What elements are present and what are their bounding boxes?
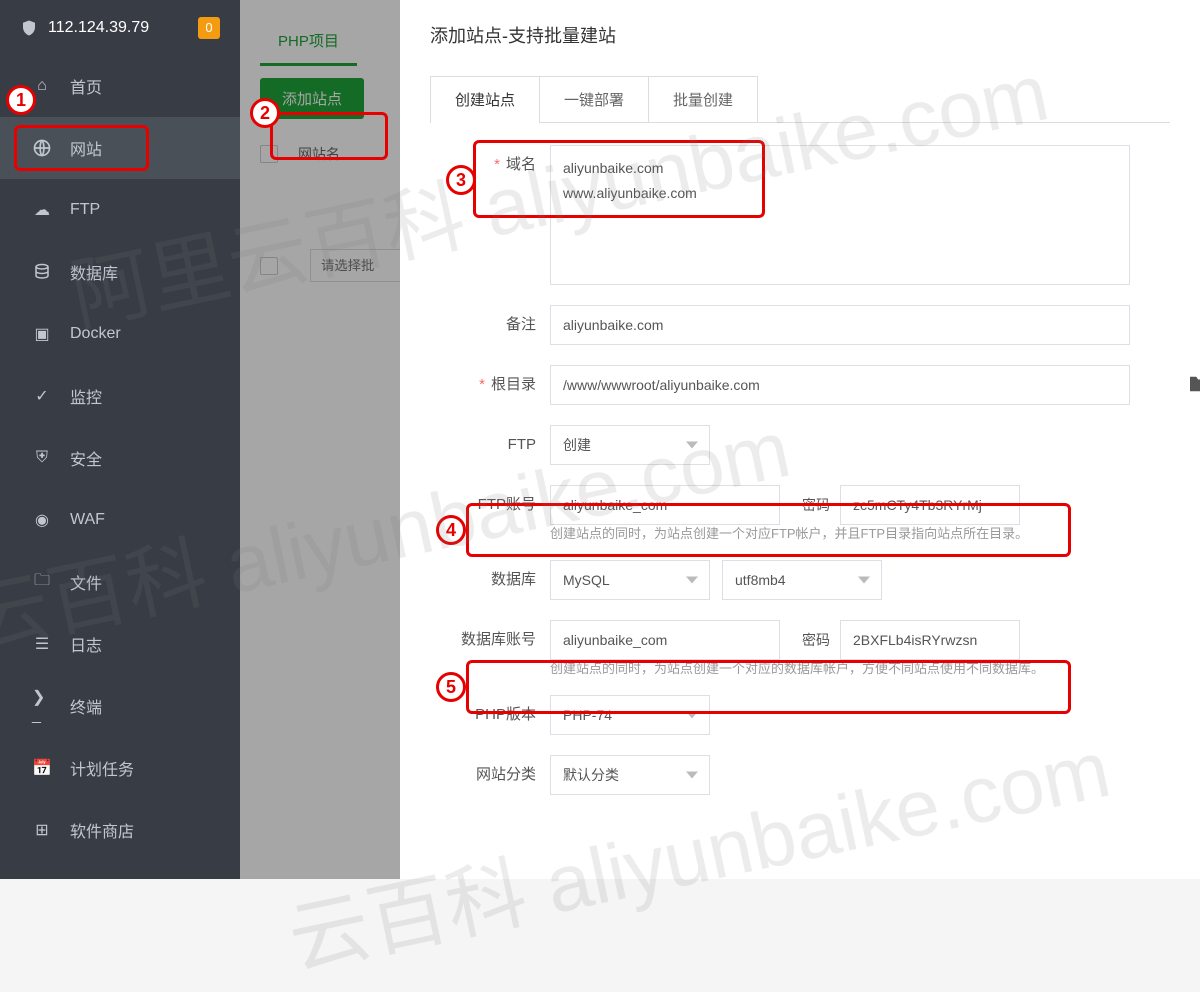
ftp-select[interactable]: 创建 — [550, 425, 710, 465]
label-category: 网站分类 — [430, 755, 550, 795]
home-icon: ⌂ — [32, 76, 52, 96]
sidebar-item-label: 监控 — [70, 384, 102, 408]
sidebar-item-terminal[interactable]: ❯_ 终端 — [0, 675, 240, 737]
sidebar-item-label: 数据库 — [70, 260, 118, 284]
modal-tabs: 创建站点 一键部署 批量创建 — [430, 76, 1170, 123]
chevron-down-icon — [686, 577, 698, 584]
waf-icon: ◉ — [32, 510, 52, 530]
tab-one-click-deploy[interactable]: 一键部署 — [539, 76, 649, 122]
annotation-marker-1: 1 — [6, 85, 36, 115]
sidebar-item-label: 网站 — [70, 136, 102, 160]
folder-icon: 🗀 — [32, 572, 52, 592]
add-site-modal: 添加站点-支持批量建站 创建站点 一键部署 批量创建 *域名 备注 *根目录 F… — [400, 0, 1200, 879]
sidebar-item-label: WAF — [70, 511, 105, 529]
db-hint: 创建站点的同时，为站点创建一个对应的数据库帐户，方便不同站点使用不同数据库。 — [550, 658, 1170, 677]
label-db-user: 数据库账号 — [430, 620, 550, 660]
sidebar-item-security[interactable]: ⛨ 安全 — [0, 427, 240, 489]
chevron-down-icon — [686, 712, 698, 719]
sidebar-item-files[interactable]: 🗀 文件 — [0, 551, 240, 613]
domain-textarea[interactable] — [550, 145, 1130, 285]
category-select[interactable]: 默认分类 — [550, 755, 710, 795]
db-charset-select[interactable]: utf8mb4 — [722, 560, 882, 600]
calendar-icon: 📅 — [32, 758, 52, 778]
sidebar-item-label: 计划任务 — [70, 756, 134, 780]
php-version-select[interactable]: PHP-74 — [550, 695, 710, 735]
chevron-down-icon — [858, 577, 870, 584]
db-type-select[interactable]: MySQL — [550, 560, 710, 600]
annotation-marker-2: 2 — [250, 98, 280, 128]
shield-icon — [20, 18, 38, 38]
notification-badge[interactable]: 0 — [198, 17, 220, 39]
label-db-password: 密码 — [780, 620, 840, 660]
sidebar-item-label: 文件 — [70, 570, 102, 594]
sidebar-item-waf[interactable]: ◉ WAF — [0, 489, 240, 551]
ftp-password-input[interactable] — [840, 485, 1020, 525]
docker-icon: ▣ — [32, 324, 52, 344]
security-shield-icon: ⛨ — [32, 448, 52, 468]
root-input[interactable] — [550, 365, 1130, 405]
monitor-icon: ✓ — [32, 386, 52, 406]
database-icon — [32, 262, 52, 282]
sidebar-item-label: 日志 — [70, 632, 102, 656]
label-remark: 备注 — [430, 305, 550, 345]
sidebar-header: 112.124.39.79 0 — [0, 0, 240, 55]
sidebar-item-ftp[interactable]: ☁ FTP — [0, 179, 240, 241]
sidebar-item-label: 首页 — [70, 74, 102, 98]
sidebar: 112.124.39.79 0 ⌂ 首页 网站 ☁ FTP 数据库 ▣ Dock… — [0, 0, 240, 879]
label-root: *根目录 — [430, 365, 550, 405]
db-user-input[interactable] — [550, 620, 780, 660]
sidebar-item-website[interactable]: 网站 — [0, 117, 240, 179]
db-password-input[interactable] — [840, 620, 1020, 660]
sidebar-item-label: 软件商店 — [70, 818, 134, 842]
remark-input[interactable] — [550, 305, 1130, 345]
sidebar-item-home[interactable]: ⌂ 首页 — [0, 55, 240, 117]
ftp-hint: 创建站点的同时，为站点创建一个对应FTP帐户，并且FTP目录指向站点所在目录。 — [550, 523, 1170, 542]
modal-title: 添加站点-支持批量建站 — [430, 0, 1170, 76]
server-ip: 112.124.39.79 — [48, 19, 198, 37]
logs-icon: ☰ — [32, 634, 52, 654]
annotation-marker-3: 3 — [446, 165, 476, 195]
sidebar-item-cron[interactable]: 📅 计划任务 — [0, 737, 240, 799]
annotation-marker-5: 5 — [436, 672, 466, 702]
ftp-icon: ☁ — [32, 200, 52, 220]
folder-picker-icon[interactable] — [1188, 375, 1200, 393]
globe-icon — [32, 138, 52, 158]
ftp-user-input[interactable] — [550, 485, 780, 525]
annotation-marker-4: 4 — [436, 515, 466, 545]
sidebar-item-label: 终端 — [70, 694, 102, 718]
label-ftp: FTP — [430, 425, 550, 465]
chevron-down-icon — [686, 772, 698, 779]
sidebar-item-label: Docker — [70, 325, 121, 343]
sidebar-item-appstore[interactable]: ⊞ 软件商店 — [0, 799, 240, 861]
label-ftp-password: 密码 — [780, 485, 840, 525]
sidebar-item-label: FTP — [70, 201, 100, 219]
tab-create-site[interactable]: 创建站点 — [430, 76, 540, 122]
sidebar-item-logs[interactable]: ☰ 日志 — [0, 613, 240, 675]
sidebar-item-database[interactable]: 数据库 — [0, 241, 240, 303]
chevron-down-icon — [686, 442, 698, 449]
label-database: 数据库 — [430, 560, 550, 600]
sidebar-item-monitor[interactable]: ✓ 监控 — [0, 365, 240, 427]
tab-batch-create[interactable]: 批量创建 — [648, 76, 758, 122]
grid-icon: ⊞ — [32, 820, 52, 840]
sidebar-item-label: 安全 — [70, 446, 102, 470]
terminal-icon: ❯_ — [32, 696, 52, 716]
sidebar-item-docker[interactable]: ▣ Docker — [0, 303, 240, 365]
